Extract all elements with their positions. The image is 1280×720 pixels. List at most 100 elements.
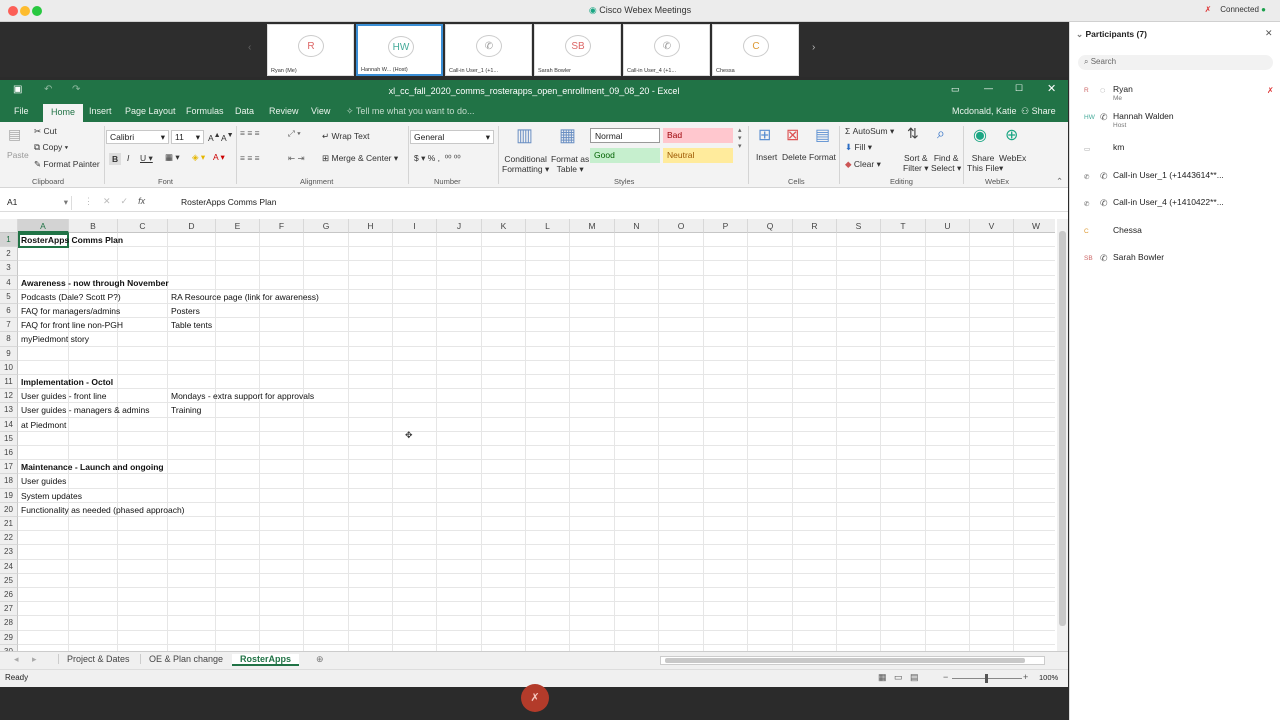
cell-a8[interactable]: myPiedmont story xyxy=(21,334,89,344)
cell-a18[interactable]: User guides xyxy=(21,476,66,486)
tab-insert[interactable]: Insert xyxy=(89,106,112,116)
column-header[interactable]: A xyxy=(18,219,69,233)
sheet-nav-left-icon[interactable]: ◂ xyxy=(14,654,19,665)
style-good[interactable]: Good xyxy=(590,148,660,163)
row-header[interactable]: 29 xyxy=(0,630,18,645)
paste-button[interactable]: Paste xyxy=(7,150,29,160)
row-header[interactable]: 23 xyxy=(0,545,18,560)
number-format-select[interactable]: General ▾ xyxy=(410,130,494,144)
video-tile[interactable]: R Ryan (Me) xyxy=(267,24,354,76)
cell-a1[interactable]: RosterApps Comms Plan xyxy=(21,235,123,245)
participant-row[interactable]: ✆ ✆ Call-in User_4 (+1410422**... xyxy=(1070,192,1280,219)
column-header[interactable]: R xyxy=(793,219,837,233)
conditional-formatting-button[interactable]: Conditional Formatting ▾ xyxy=(502,154,549,175)
column-header[interactable]: I xyxy=(393,219,437,233)
hscroll-thumb[interactable] xyxy=(665,658,1025,663)
row-header[interactable]: 28 xyxy=(0,616,18,631)
participant-row[interactable]: HW ✆ Hannah Walden Host xyxy=(1070,106,1280,133)
merge-center-button[interactable]: ⊞ Merge & Center ▾ xyxy=(322,153,398,164)
zoom-in-icon[interactable]: + xyxy=(1023,672,1028,682)
formula-input[interactable]: RosterApps Comms Plan xyxy=(181,197,276,207)
row-header[interactable]: 21 xyxy=(0,517,18,532)
column-header[interactable]: H xyxy=(349,219,393,233)
video-tile[interactable]: ✆ Call-in User_4 (+1... xyxy=(623,24,710,76)
row-header[interactable]: 8 xyxy=(0,332,18,347)
add-sheet-icon[interactable]: ⊕ xyxy=(316,654,324,665)
delete-button[interactable]: Delete xyxy=(782,152,807,162)
cell-a4[interactable]: Awareness - now through November xyxy=(21,278,169,288)
italic-button[interactable]: I xyxy=(127,153,129,163)
cell-a14[interactable]: at Piedmont xyxy=(21,420,66,430)
mute-button[interactable]: ✗ xyxy=(521,684,549,712)
scroll-thumb[interactable] xyxy=(1059,231,1066,626)
column-header[interactable]: N xyxy=(615,219,659,233)
search-input[interactable]: ⌕ Search xyxy=(1078,55,1273,70)
select-all-corner[interactable] xyxy=(0,219,18,233)
cell-a6[interactable]: FAQ for managers/admins xyxy=(21,306,120,316)
row-header[interactable]: 10 xyxy=(0,360,18,375)
column-header[interactable]: P xyxy=(704,219,748,233)
close-panel-icon[interactable]: ✕ xyxy=(1265,28,1273,39)
row-header[interactable]: 24 xyxy=(0,559,18,574)
column-header[interactable]: W xyxy=(1014,219,1055,233)
column-header[interactable]: C xyxy=(118,219,168,233)
chevron-right-icon[interactable]: › xyxy=(812,42,815,53)
fill-color-icon[interactable]: ◈ ▾ xyxy=(192,152,205,163)
column-header[interactable]: D xyxy=(168,219,216,233)
column-header[interactable]: U xyxy=(926,219,970,233)
align-left-icon[interactable]: ≡ ≡ ≡ xyxy=(240,153,260,163)
format-painter-button[interactable]: ✎ Format Painter xyxy=(34,159,100,170)
orientation-icon[interactable]: ⤢ ▾ xyxy=(288,128,301,139)
row-header[interactable]: 19 xyxy=(0,488,18,503)
find-select-button[interactable]: Find & Select ▾ xyxy=(931,153,961,174)
share-button[interactable]: ⚇ Share xyxy=(1021,106,1056,117)
column-header[interactable]: E xyxy=(216,219,260,233)
collapse-ribbon-icon[interactable]: ⌃ xyxy=(1056,176,1063,187)
column-header[interactable]: B xyxy=(69,219,118,233)
underline-button[interactable]: U ▾ xyxy=(140,153,153,164)
row-header[interactable]: 17 xyxy=(0,460,18,475)
cell-a19[interactable]: System updates xyxy=(21,491,82,501)
participant-row[interactable]: C Chessa xyxy=(1070,220,1280,247)
zoom-slider[interactable] xyxy=(952,674,1022,683)
row-header[interactable]: 15 xyxy=(0,431,18,446)
font-name-select[interactable]: Calibri ▾ xyxy=(106,130,169,144)
view-buttons[interactable]: ▦ ▭ ▤ xyxy=(878,672,919,683)
tell-me-box[interactable]: ✧ Tell me what you want to do... xyxy=(346,106,474,117)
chevron-left-icon[interactable]: ‹ xyxy=(248,42,251,53)
tab-formulas[interactable]: Formulas xyxy=(186,106,224,116)
row-header[interactable]: 25 xyxy=(0,573,18,588)
style-normal[interactable]: Normal xyxy=(590,128,660,143)
borders-icon[interactable]: ▦ ▾ xyxy=(165,152,180,163)
close-icon[interactable]: ✕ xyxy=(1047,82,1056,95)
participant-row[interactable]: ▭ km xyxy=(1070,137,1280,164)
tab-data[interactable]: Data xyxy=(235,106,254,116)
share-this-file-button[interactable]: Share This File xyxy=(967,153,999,173)
column-header[interactable]: J xyxy=(437,219,482,233)
ribbon-display-icon[interactable]: ▭ xyxy=(951,84,960,95)
wrap-text-button[interactable]: ↵ Wrap Text xyxy=(322,131,369,142)
autosum-button[interactable]: Σ AutoSum ▾ xyxy=(845,126,894,137)
row-header[interactable]: 6 xyxy=(0,304,18,319)
shrink-font-icon[interactable]: A▼ xyxy=(221,131,234,143)
column-header[interactable]: O xyxy=(659,219,704,233)
cell-a5[interactable]: Podcasts (Dale? Scott P?) xyxy=(21,292,121,302)
row-header[interactable]: 14 xyxy=(0,417,18,432)
fill-button[interactable]: ⬇ Fill ▾ xyxy=(845,142,872,153)
row-header[interactable]: 18 xyxy=(0,474,18,489)
column-header[interactable]: M xyxy=(570,219,615,233)
maximize-icon[interactable]: ☐ xyxy=(1015,83,1023,94)
worksheet-grid[interactable]: A B C D E F G H I J K L M N O P Q R S T U V W 1 2 3 4 5 6 7 8 9 10 11 12 13… xyxy=(0,219,1055,651)
format-button[interactable]: Format xyxy=(809,152,836,162)
column-header[interactable]: V xyxy=(970,219,1014,233)
row-header[interactable]: 7 xyxy=(0,318,18,333)
row-header[interactable]: 16 xyxy=(0,446,18,461)
participant-row[interactable]: SB ✆ Sarah Bowler xyxy=(1070,247,1280,274)
video-tile[interactable]: HW Hannah W... (Host) xyxy=(356,24,443,76)
row-header[interactable]: 22 xyxy=(0,531,18,546)
column-header[interactable]: F xyxy=(260,219,304,233)
column-header[interactable]: Q xyxy=(748,219,793,233)
column-header[interactable]: G xyxy=(304,219,349,233)
zoom-level[interactable]: 100% xyxy=(1039,673,1058,682)
column-header[interactable]: T xyxy=(881,219,926,233)
